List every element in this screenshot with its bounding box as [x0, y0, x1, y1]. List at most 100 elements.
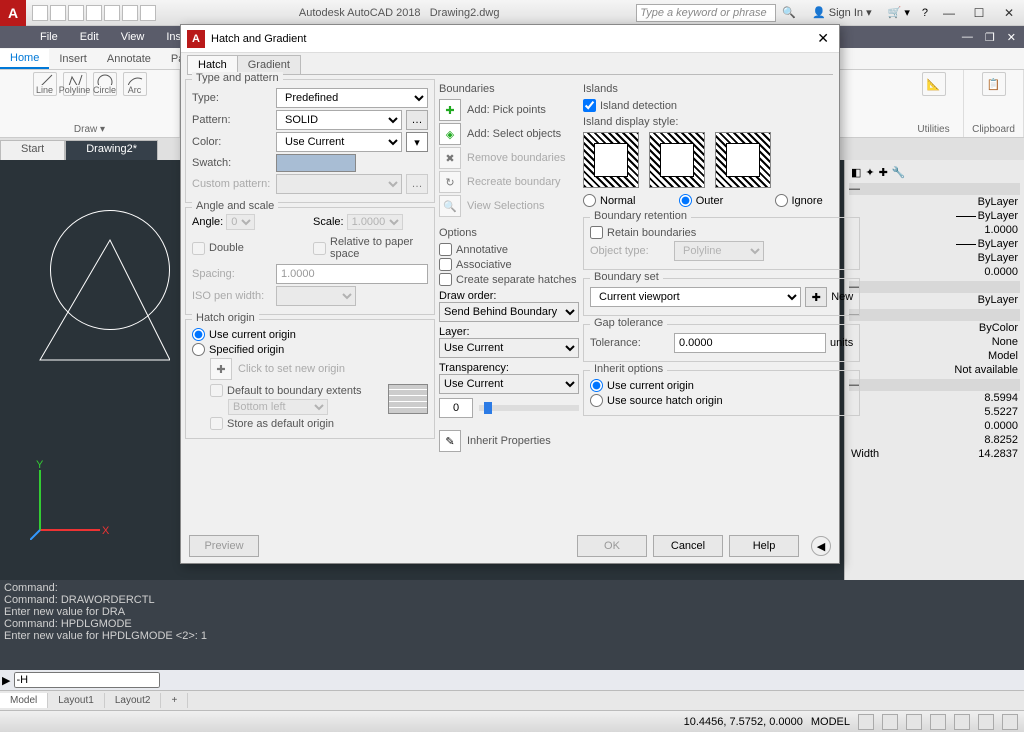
island-ignore-radio[interactable]: [775, 194, 788, 207]
pick-points-button[interactable]: ✚: [439, 99, 461, 121]
island-normal-radio[interactable]: [583, 194, 596, 207]
cancel-button[interactable]: Cancel: [653, 535, 723, 557]
doc-close-button[interactable]: ✕: [1003, 31, 1020, 44]
tool-polyline[interactable]: Polyline: [63, 72, 87, 96]
retain-boundaries-checkbox[interactable]: [590, 226, 603, 239]
boundary-set-new-label[interactable]: New: [831, 291, 853, 303]
tool-arc[interactable]: Arc: [123, 72, 147, 96]
dialog-collapse-button[interactable]: ◀: [811, 536, 831, 556]
inherit-properties-button[interactable]: Inherit Properties: [467, 435, 551, 447]
minimize-button[interactable]: —: [934, 1, 964, 25]
ok-button[interactable]: OK: [577, 535, 647, 557]
transparency-slider[interactable]: [479, 405, 579, 411]
island-style-outer-preview[interactable]: [649, 132, 705, 188]
swatch-preview[interactable]: [276, 154, 356, 172]
dialog-title-bar[interactable]: A Hatch and Gradient ✕: [181, 25, 839, 53]
menu-view[interactable]: View: [111, 29, 155, 45]
qat-plot-icon[interactable]: [104, 5, 120, 21]
status-osnap-icon[interactable]: [954, 714, 970, 730]
prop-linetype[interactable]: ByLayer: [978, 210, 1018, 222]
ribbon-tab-home[interactable]: Home: [0, 49, 49, 69]
status-ortho-icon[interactable]: [906, 714, 922, 730]
status-lwdisplay-icon[interactable]: [978, 714, 994, 730]
doc-restore-button[interactable]: ❐: [981, 31, 999, 44]
layout-tab-model[interactable]: Model: [0, 693, 48, 708]
inherit-source-origin-radio[interactable]: [590, 394, 603, 407]
select-objects-button[interactable]: ◈: [439, 123, 461, 145]
draw-order-select[interactable]: Send Behind Boundary: [439, 302, 579, 322]
annotative-checkbox[interactable]: [439, 243, 452, 256]
preview-button[interactable]: Preview: [189, 535, 259, 557]
type-select[interactable]: Predefined: [276, 88, 428, 108]
infocenter-search[interactable]: Type a keyword or phrase: [636, 4, 776, 22]
menu-file[interactable]: File: [30, 29, 68, 45]
app-logo[interactable]: A: [0, 0, 26, 26]
prop-centery[interactable]: 5.5227: [984, 406, 1018, 418]
qat-save-icon[interactable]: [68, 5, 84, 21]
ribbon-tab-insert[interactable]: Insert: [49, 50, 97, 68]
prop-filter-icon[interactable]: 🔧: [892, 166, 906, 179]
prop-centerx[interactable]: 8.5994: [984, 392, 1018, 404]
qat-open-icon[interactable]: [50, 5, 66, 21]
file-tab-start[interactable]: Start: [0, 140, 65, 160]
prop-width[interactable]: 14.2837: [978, 448, 1018, 460]
inherit-current-origin-radio[interactable]: [590, 379, 603, 392]
prop-select-icon[interactable]: ✦: [865, 166, 874, 179]
qat-undo-icon[interactable]: [122, 5, 138, 21]
prop-thickness[interactable]: 0.0000: [984, 266, 1018, 278]
dialog-close-button[interactable]: ✕: [813, 30, 833, 47]
sign-in-button[interactable]: 👤 Sign In ▾: [802, 6, 882, 19]
status-mode[interactable]: MODEL: [811, 716, 850, 728]
island-style-normal-preview[interactable]: [583, 132, 639, 188]
command-prompt-icon[interactable]: ▶: [2, 674, 10, 687]
status-polar-icon[interactable]: [930, 714, 946, 730]
utilities-icon[interactable]: 📐: [922, 72, 946, 96]
tolerance-input[interactable]: [674, 333, 826, 353]
ribbon-tab-annotate[interactable]: Annotate: [97, 50, 161, 68]
qat-new-icon[interactable]: [32, 5, 48, 21]
prop-ltscale[interactable]: 1.0000: [984, 224, 1018, 236]
help-button[interactable]: Help: [729, 535, 799, 557]
island-style-ignore-preview[interactable]: [715, 132, 771, 188]
transparency-value-input[interactable]: [439, 398, 473, 418]
associative-checkbox[interactable]: [439, 258, 452, 271]
prop-height[interactable]: 8.8252: [984, 434, 1018, 446]
close-button[interactable]: ✕: [994, 1, 1024, 25]
origin-specified-radio[interactable]: [192, 343, 205, 356]
layout-tab-add[interactable]: +: [161, 693, 188, 708]
menu-edit[interactable]: Edit: [70, 29, 109, 45]
prop-material[interactable]: ByLayer: [978, 294, 1018, 306]
prop-lineweight[interactable]: ByLayer: [978, 238, 1018, 250]
ribbon-panel-draw-label[interactable]: Draw ▾: [74, 124, 105, 135]
inherit-properties-icon[interactable]: ✎: [439, 430, 461, 452]
color-swatch-button[interactable]: ▾: [406, 132, 428, 152]
pattern-browse-button[interactable]: …: [406, 110, 428, 130]
tool-circle[interactable]: Circle: [93, 72, 117, 96]
status-snap-icon[interactable]: [882, 714, 898, 730]
qat-redo-icon[interactable]: [140, 5, 156, 21]
layout-tab-layout1[interactable]: Layout1: [48, 693, 105, 708]
doc-minimize-button[interactable]: —: [958, 31, 977, 44]
prop-transparency[interactable]: ByLayer: [978, 252, 1018, 264]
status-menu-icon[interactable]: [1002, 714, 1018, 730]
tool-line[interactable]: Line: [33, 72, 57, 96]
transparency-select[interactable]: Use Current: [439, 374, 579, 394]
layout-tab-layout2[interactable]: Layout2: [105, 693, 162, 708]
origin-current-radio[interactable]: [192, 328, 205, 341]
search-icon[interactable]: 🔍: [776, 6, 802, 19]
command-input[interactable]: [14, 672, 160, 688]
exchange-icon[interactable]: 🛒 ▾: [882, 6, 916, 19]
layer-select[interactable]: Use Current: [439, 338, 579, 358]
clipboard-icon[interactable]: 📋: [982, 72, 1006, 96]
maximize-button[interactable]: ☐: [964, 1, 994, 25]
separate-hatches-checkbox[interactable]: [439, 273, 452, 286]
prop-centerz[interactable]: 0.0000: [984, 420, 1018, 432]
boundary-set-new-icon[interactable]: ✚: [805, 287, 827, 307]
pattern-select[interactable]: SOLID: [276, 110, 402, 130]
status-grid-icon[interactable]: [858, 714, 874, 730]
prop-quick-icon[interactable]: ✚: [879, 166, 888, 179]
prop-color[interactable]: ByLayer: [978, 196, 1018, 208]
color-select[interactable]: Use Current: [276, 132, 402, 152]
help-icon[interactable]: ?: [916, 7, 934, 19]
island-outer-radio[interactable]: [679, 194, 692, 207]
